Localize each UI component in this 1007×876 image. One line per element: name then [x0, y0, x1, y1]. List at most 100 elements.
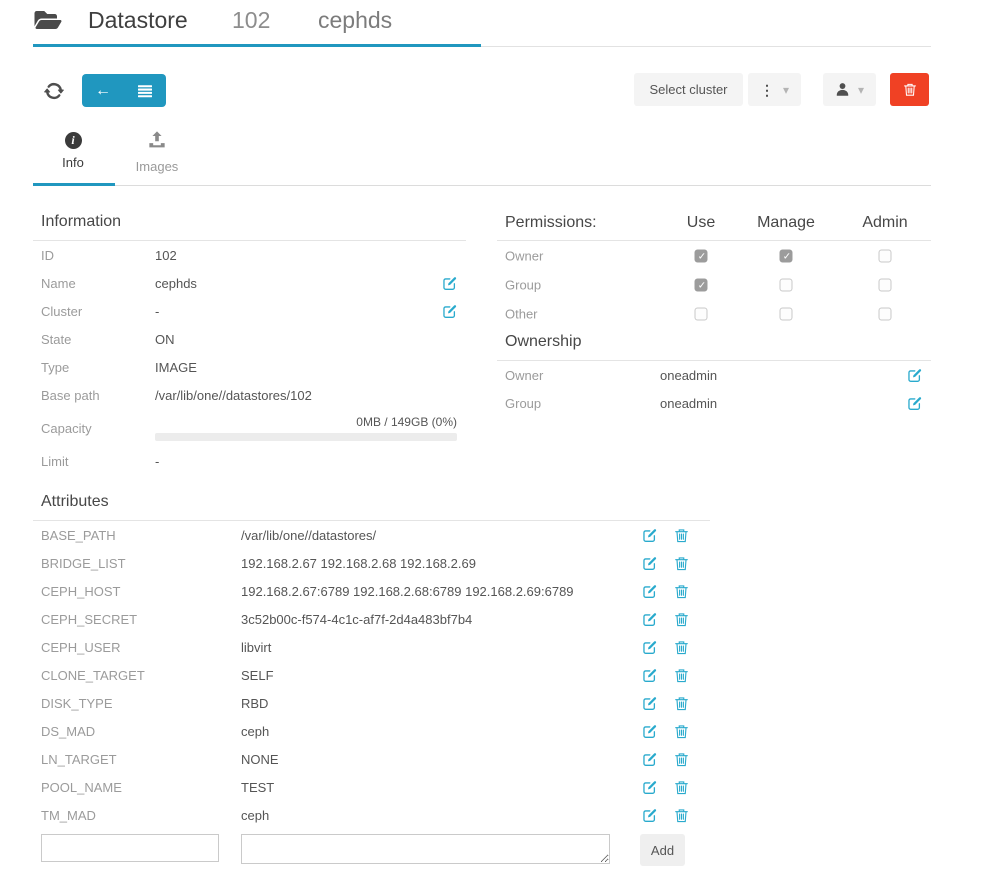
- trash-icon[interactable]: [674, 556, 689, 571]
- edit-icon[interactable]: [642, 808, 657, 823]
- permission-row-group: Group: [497, 270, 931, 299]
- attribute-value: /var/lib/one//datastores/: [241, 528, 642, 543]
- edit-icon[interactable]: [642, 780, 657, 795]
- row-value: /var/lib/one//datastores/102: [155, 388, 457, 403]
- info-circle-icon: i: [65, 132, 82, 149]
- row-label: Group: [505, 277, 541, 292]
- attributes-heading: Attributes: [33, 488, 710, 521]
- edit-icon[interactable]: [642, 528, 657, 543]
- edit-icon[interactable]: [642, 584, 657, 599]
- checkbox-owner-manage[interactable]: [780, 249, 793, 262]
- ownership-heading: Ownership: [497, 332, 931, 361]
- capacity-cell: 0MB / 149GB (0%): [155, 415, 457, 441]
- more-actions-dropdown[interactable]: ⋮ ▾: [748, 73, 801, 106]
- edit-icon[interactable]: [642, 752, 657, 767]
- edit-icon[interactable]: [442, 304, 457, 319]
- row-label: Other: [505, 306, 538, 321]
- attributes-panel: Attributes BASE_PATH /var/lib/one//datas…: [33, 488, 710, 876]
- attribute-row: CLONE_TARGET SELF: [33, 661, 710, 689]
- trash-icon[interactable]: [674, 584, 689, 599]
- attribute-name: POOL_NAME: [41, 780, 241, 795]
- edit-icon[interactable]: [642, 696, 657, 711]
- column-manage: Manage: [757, 212, 815, 234]
- folder-open-icon: [33, 8, 63, 32]
- trash-icon[interactable]: [674, 640, 689, 655]
- resource-name: cephds: [318, 5, 392, 35]
- edit-icon[interactable]: [642, 668, 657, 683]
- info-row-basepath: Base path /var/lib/one//datastores/102: [33, 381, 466, 409]
- trash-icon[interactable]: [674, 724, 689, 739]
- column-use: Use: [687, 212, 715, 234]
- select-cluster-button[interactable]: Select cluster: [634, 73, 743, 106]
- checkbox-other-admin[interactable]: [879, 307, 892, 320]
- add-attribute-button[interactable]: Add: [640, 834, 685, 866]
- checkbox-group-manage[interactable]: [780, 278, 793, 291]
- row-value: 102: [155, 248, 457, 263]
- ownership-dropdown[interactable]: ▾: [823, 73, 876, 106]
- new-attribute-name-input[interactable]: [41, 834, 219, 862]
- row-value: -: [155, 304, 442, 319]
- row-label: State: [41, 332, 155, 347]
- attribute-name: CEPH_USER: [41, 640, 241, 655]
- attribute-value: libvirt: [241, 640, 642, 655]
- attribute-row: BRIDGE_LIST 192.168.2.67 192.168.2.68 19…: [33, 549, 710, 577]
- row-label: Name: [41, 276, 155, 291]
- trash-icon[interactable]: [674, 696, 689, 711]
- delete-button[interactable]: [890, 73, 929, 106]
- permission-row-owner: Owner: [497, 241, 931, 270]
- permissions-header: Permissions: Use Manage Admin: [497, 212, 931, 241]
- trash-icon[interactable]: [674, 668, 689, 683]
- row-label: Cluster: [41, 304, 155, 319]
- tab-images-label: Images: [124, 159, 190, 174]
- checkbox-group-admin[interactable]: [879, 278, 892, 291]
- info-row-capacity: Capacity 0MB / 149GB (0%): [33, 409, 466, 447]
- information-panel: Information ID 102 Name cephds Cluster -…: [33, 212, 466, 475]
- ownership-row-owner: Owner oneadmin: [497, 361, 931, 389]
- row-label: Base path: [41, 388, 155, 403]
- info-row-limit: Limit -: [33, 447, 466, 475]
- attribute-value: SELF: [241, 668, 642, 683]
- edit-icon[interactable]: [642, 612, 657, 627]
- edit-icon[interactable]: [642, 724, 657, 739]
- edit-icon[interactable]: [642, 640, 657, 655]
- refresh-button[interactable]: [43, 80, 65, 102]
- attribute-value: NONE: [241, 752, 642, 767]
- checkbox-owner-use[interactable]: [695, 249, 708, 262]
- checkbox-other-manage[interactable]: [780, 307, 793, 320]
- row-label: Owner: [505, 368, 660, 383]
- trash-icon[interactable]: [674, 780, 689, 795]
- attribute-name: CEPH_SECRET: [41, 612, 241, 627]
- new-attribute-value-input[interactable]: [241, 834, 610, 864]
- checkbox-other-use[interactable]: [695, 307, 708, 320]
- page-title: Datastore: [88, 5, 188, 35]
- info-row-id: ID 102: [33, 241, 466, 269]
- attribute-value: 3c52b00c-f574-4c1c-af7f-2d4a483bf7b4: [241, 612, 642, 627]
- trash-icon[interactable]: [674, 808, 689, 823]
- tab-images[interactable]: Images: [124, 131, 190, 174]
- attribute-row: CEPH_USER libvirt: [33, 633, 710, 661]
- edit-icon[interactable]: [907, 368, 922, 383]
- attribute-name: BRIDGE_LIST: [41, 556, 241, 571]
- attribute-name: DS_MAD: [41, 724, 241, 739]
- row-value: IMAGE: [155, 360, 457, 375]
- trash-icon[interactable]: [674, 528, 689, 543]
- attribute-name: CEPH_HOST: [41, 584, 241, 599]
- checkbox-group-use[interactable]: [695, 278, 708, 291]
- trash-icon[interactable]: [674, 612, 689, 627]
- checkbox-owner-admin[interactable]: [879, 249, 892, 262]
- edit-icon[interactable]: [642, 556, 657, 571]
- edit-icon[interactable]: [442, 276, 457, 291]
- row-value: cephds: [155, 276, 442, 291]
- trash-icon: [903, 82, 917, 97]
- trash-icon[interactable]: [674, 752, 689, 767]
- datastore-detail-page: Datastore 102 cephds ← Select cluster ⋮ …: [0, 0, 1007, 876]
- column-admin: Admin: [862, 212, 907, 234]
- permissions-heading: Permissions:: [505, 212, 597, 234]
- attribute-row: BASE_PATH /var/lib/one//datastores/: [33, 521, 710, 549]
- edit-icon[interactable]: [907, 396, 922, 411]
- list-button[interactable]: [124, 74, 166, 107]
- tab-info[interactable]: i Info: [48, 131, 98, 170]
- attribute-value: ceph: [241, 724, 642, 739]
- row-label: Type: [41, 360, 155, 375]
- back-button[interactable]: ←: [82, 74, 124, 107]
